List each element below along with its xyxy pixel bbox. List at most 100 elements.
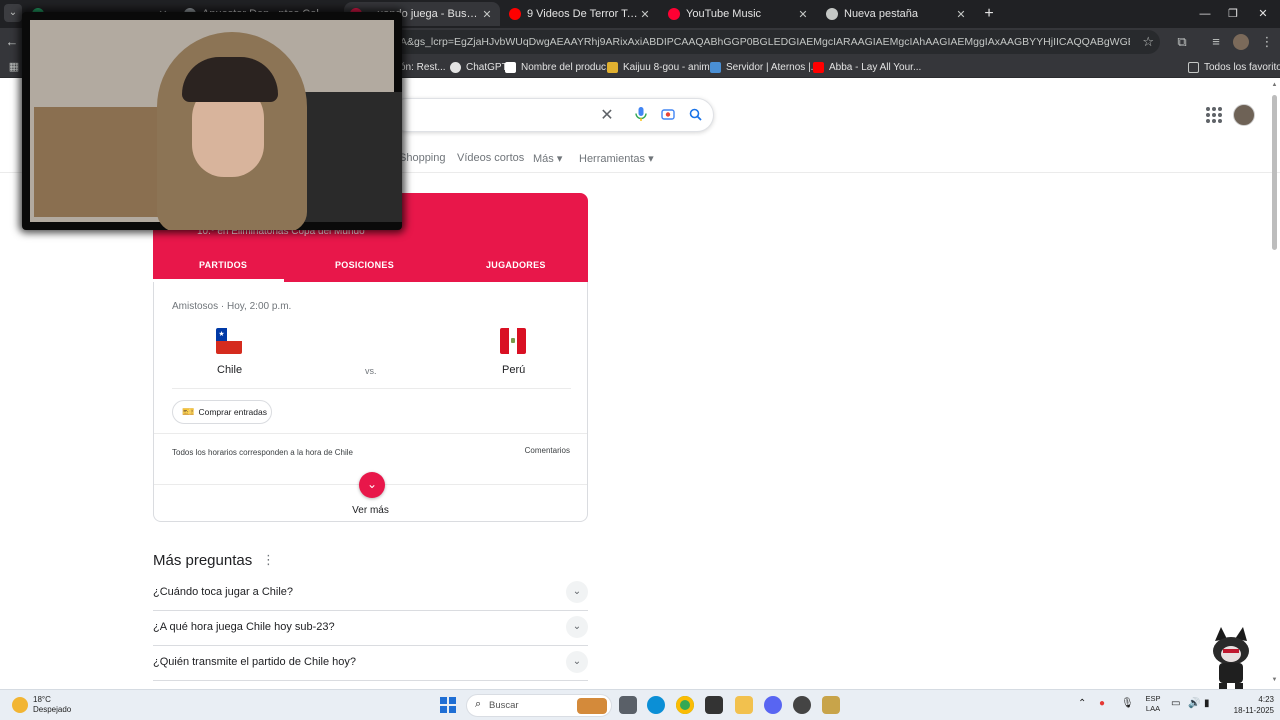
tab-youtube-video[interactable]: 9 Videos De Terror Tan Maldito: ✕ — [503, 2, 658, 26]
chevron-down-icon[interactable]: ⌄ — [566, 651, 588, 673]
more-options-icon[interactable]: ⋮ — [262, 552, 275, 568]
home-team[interactable]: Chile — [217, 364, 242, 376]
close-icon[interactable]: ✕ — [480, 8, 494, 21]
anime-icon — [607, 61, 618, 73]
task-view-icon[interactable] — [619, 696, 637, 714]
close-icon[interactable]: ✕ — [796, 8, 810, 21]
profile-avatar[interactable] — [1233, 34, 1249, 50]
new-tab-button[interactable]: + — [980, 5, 998, 23]
scroll-thumb[interactable] — [1272, 95, 1277, 250]
webcam-overlay — [22, 12, 402, 230]
close-icon[interactable]: ✕ — [638, 8, 652, 21]
clock[interactable]: 4:23 18-11-2025 — [1222, 694, 1274, 716]
restore-button[interactable]: ❐ — [1216, 0, 1250, 28]
weather-widget[interactable]: 18°C Despejado — [33, 695, 71, 715]
all-bookmarks[interactable]: Todos los favoritos — [1188, 59, 1280, 75]
question-row[interactable]: ¿Quién transmite el partido de Chile hoy… — [153, 646, 588, 681]
search-icon: ⌕ — [475, 698, 482, 710]
start-button[interactable] — [440, 697, 456, 713]
bookmark-kaijuu[interactable]: Kaijuu 8-gou - anim... — [607, 59, 718, 75]
chrome-icon[interactable] — [676, 696, 694, 714]
bookmark-star-icon[interactable]: ☆ — [1142, 30, 1154, 54]
nav-tools[interactable]: Herramientas ▾ — [579, 152, 654, 165]
peru-flag-icon — [500, 328, 526, 354]
tab-matches[interactable]: PARTIDOS — [199, 260, 247, 270]
bookmark-chatgpt[interactable]: ChatGPT — [450, 59, 508, 75]
terminal-icon[interactable] — [705, 696, 723, 714]
google-apps-icon[interactable] — [1206, 107, 1222, 123]
weather-icon[interactable] — [12, 697, 28, 713]
steam-icon[interactable] — [793, 696, 811, 714]
discord-icon[interactable] — [764, 696, 782, 714]
lens-icon[interactable] — [658, 106, 678, 126]
close-icon[interactable]: ✕ — [954, 8, 968, 21]
folder-icon — [1188, 61, 1199, 73]
chile-flag-icon: ★ — [216, 328, 242, 354]
media-control-icon[interactable]: ≡ — [1206, 32, 1226, 52]
tab-youtube-music[interactable]: YouTube Music ✕ — [662, 2, 816, 26]
bookmark-aternos[interactable]: Servidor | Aternos |... — [710, 59, 819, 75]
clear-icon[interactable]: ✕ — [597, 106, 617, 126]
windows-taskbar: 18°C Despejado ⌕ Buscar ⌃ ● 🎙 ESP LAA ▭ … — [0, 689, 1280, 720]
match-meta: Amistosos · Hoy, 2:00 p.m. — [172, 301, 292, 312]
youtube-icon — [813, 61, 824, 73]
chatgpt-icon — [450, 61, 461, 73]
chevron-down-icon[interactable]: ⌄ — [566, 581, 588, 603]
battery-icon[interactable]: ▮ — [1204, 698, 1210, 709]
youtube-icon — [509, 8, 521, 20]
search-box[interactable]: ✕ — [390, 98, 714, 132]
file-explorer-icon[interactable] — [735, 696, 753, 714]
extensions-icon[interactable]: ⧉ — [1172, 32, 1192, 52]
menu-dots-icon[interactable]: ⋮ — [1257, 32, 1277, 52]
site-icon — [505, 61, 516, 73]
youtube-music-icon — [668, 8, 680, 20]
aternos-icon — [710, 61, 721, 73]
question-row[interactable]: ¿Cuándo toca jugar a Chile? ⌄ — [153, 576, 588, 611]
away-team[interactable]: Perú — [502, 364, 525, 376]
mic-icon[interactable]: 🎙 — [1121, 698, 1134, 709]
nav-more[interactable]: Más ▾ — [533, 152, 562, 165]
tab-new[interactable]: Nueva pestaña ✕ — [820, 2, 974, 26]
volume-icon[interactable]: 🔊 — [1188, 698, 1200, 709]
scroll-down-icon[interactable]: ▼ — [1271, 677, 1278, 683]
apps-grid-icon[interactable]: ▦ — [4, 57, 24, 77]
nav-short-videos[interactable]: Vídeos cortos — [457, 152, 524, 164]
chevron-down-icon[interactable]: ⌄ — [359, 472, 385, 498]
tab-standings[interactable]: POSICIONES — [335, 260, 394, 270]
match-card[interactable]: Amistosos · Hoy, 2:00 p.m. ★ Chile vs. P… — [153, 282, 588, 522]
bookmark-abba[interactable]: Abba - Lay All Your... — [813, 59, 921, 75]
see-more-link[interactable]: Ver más — [154, 505, 587, 516]
close-window-button[interactable]: ✕ — [1246, 0, 1280, 28]
chrome-icon — [826, 8, 838, 20]
tab-players[interactable]: JUGADORES — [486, 260, 546, 270]
taskbar-search[interactable]: ⌕ Buscar — [466, 694, 612, 717]
nav-shopping[interactable]: Shopping — [399, 152, 446, 164]
url-text[interactable]: A&gs_lcrp=EgZjaHJvbWUqDwgAEAAYRhj9ARixAx… — [400, 30, 1130, 54]
tab-search-button[interactable]: ⌄ — [4, 4, 22, 22]
mascot-cat-sprite — [1213, 627, 1249, 689]
search-icon[interactable] — [685, 106, 705, 126]
mic-icon[interactable] — [631, 106, 651, 126]
timezone-note: Todos los horarios corresponden a la hor… — [172, 448, 353, 457]
bookmark-product[interactable]: Nombre del produc... — [505, 59, 614, 75]
bookmark-1[interactable]: ón: Rest... — [400, 59, 446, 75]
tray-app-icon[interactable]: ● — [1099, 698, 1105, 709]
league-icon[interactable] — [822, 696, 840, 714]
scroll-up-icon[interactable]: ▲ — [1271, 82, 1278, 88]
language-indicator[interactable]: ESP LAA — [1143, 694, 1163, 714]
address-bar[interactable]: A&gs_lcrp=EgZjaHJvbWUqDwgAEAAYRhj9ARixAx… — [380, 30, 1160, 54]
ticket-icon: 🎫 — [182, 406, 195, 418]
buy-tickets-button[interactable]: 🎫 Comprar entradas — [172, 400, 272, 424]
chevron-down-icon[interactable]: ⌄ — [566, 616, 588, 638]
edge-icon[interactable] — [647, 696, 665, 714]
search-highlight-image — [577, 698, 607, 714]
comments-link[interactable]: Comentarios — [525, 446, 570, 455]
network-icon[interactable]: ▭ — [1171, 698, 1180, 709]
google-account-avatar[interactable] — [1233, 104, 1255, 126]
versus-label: vs. — [365, 366, 377, 376]
question-row[interactable]: ¿A qué hora juega Chile hoy sub-23? ⌄ — [153, 611, 588, 646]
page-scrollbar[interactable]: ▲ ▼ — [1271, 79, 1278, 689]
chevron-up-icon[interactable]: ⌃ — [1078, 698, 1086, 709]
more-questions-title: Más preguntas — [153, 552, 253, 569]
back-icon[interactable]: ← — [2, 32, 22, 52]
